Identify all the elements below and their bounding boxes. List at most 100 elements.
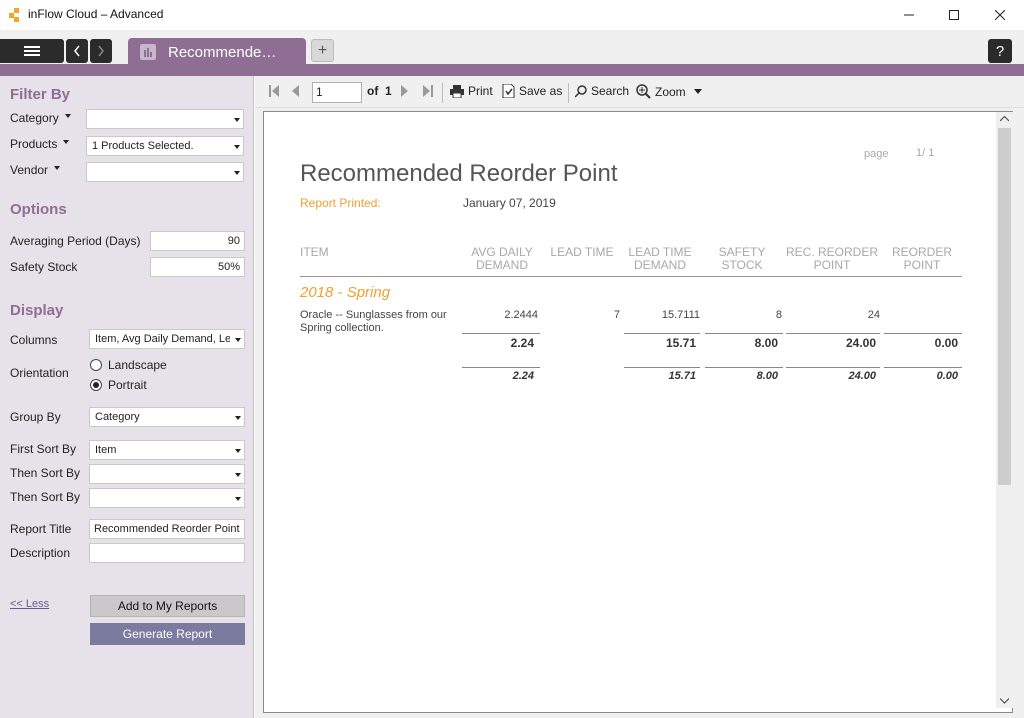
grand-total-lead-time-demand: 15.71 <box>668 370 696 382</box>
vendor-filter-label[interactable]: Vendor <box>10 163 61 177</box>
row-safety-stock: 8 <box>775 309 782 321</box>
total-pages: 1 <box>385 84 392 98</box>
group-total-rule <box>884 333 962 334</box>
maximize-icon <box>949 10 959 20</box>
tab-recommended-reorder[interactable]: Recommende… <box>128 38 306 66</box>
scrollbar-thumb[interactable] <box>998 128 1011 485</box>
products-filter-label[interactable]: Products <box>10 137 70 151</box>
next-page-button[interactable] <box>401 85 413 97</box>
window-title: inFlow Cloud – Advanced <box>28 7 164 21</box>
chevron-right-icon <box>98 45 104 57</box>
landscape-radio[interactable]: Landscape <box>90 358 167 372</box>
group-total-reorder-point: 0.00 <box>934 336 958 350</box>
first-sort-label: First Sort By <box>10 442 77 456</box>
group-total-avg-daily-demand: 2.24 <box>510 336 534 350</box>
report-toolbar: 1 of 1 Print Save as Search Zoom <box>255 76 1024 108</box>
chevron-left-icon <box>74 45 80 57</box>
first-page-icon <box>269 85 279 97</box>
group-by-label: Group By <box>10 410 61 424</box>
group-total-rule <box>786 333 880 334</box>
new-tab-button[interactable]: + <box>311 39 334 62</box>
grand-total-rec-reorder-point: 24.00 <box>848 370 876 382</box>
of-label: of <box>367 84 379 98</box>
last-page-icon <box>423 85 433 97</box>
columns-dropdown[interactable]: Item, Avg Daily Demand, Lead T <box>89 329 245 349</box>
save-as-button[interactable]: Save as <box>502 84 562 98</box>
help-button[interactable]: ? <box>988 39 1012 63</box>
toolbar-separator <box>442 83 443 103</box>
radio-unchecked-icon <box>90 359 102 371</box>
row-lead-time-demand: 15.7111 <box>661 309 700 321</box>
chevron-down-icon <box>234 145 240 149</box>
vendor-dropdown[interactable] <box>86 162 244 182</box>
back-button[interactable] <box>66 39 88 63</box>
description-label: Description <box>10 546 71 560</box>
row-rec-reorder-point: 24 <box>867 309 880 321</box>
grand-total-safety-stock: 8.00 <box>756 370 778 382</box>
portrait-radio[interactable]: Portrait <box>90 378 147 392</box>
chevron-down-icon[interactable] <box>1000 698 1009 704</box>
generate-report-button[interactable]: Generate Report <box>90 623 245 645</box>
then-sort-dropdown-2[interactable] <box>89 488 245 508</box>
then-sort-dropdown-1[interactable] <box>89 464 245 484</box>
safety-stock-input[interactable]: 50% <box>150 257 245 277</box>
previous-page-button[interactable] <box>291 85 303 97</box>
grand-total-rule <box>462 367 540 368</box>
page-number: 1/ 1 <box>916 147 935 159</box>
report-viewer: page 1/ 1 Recommended Reorder Point Repo… <box>255 108 1024 718</box>
report-icon <box>140 44 156 60</box>
column-header-reorder-point: REORDER POINT <box>891 245 952 272</box>
group-total-rule <box>462 333 540 334</box>
tab-label: Recommende… <box>168 43 277 61</box>
grand-total-rule <box>786 367 880 368</box>
chevron-down-icon <box>235 416 241 420</box>
report-page: page 1/ 1 Recommended Reorder Point Repo… <box>263 111 1013 713</box>
report-title-input[interactable]: Recommended Reorder Point <box>89 519 245 539</box>
report-printed-date: January 07, 2019 <box>463 196 556 210</box>
row-item: Oracle -- Sunglasses from our Spring col… <box>300 309 447 334</box>
minimize-icon <box>904 14 914 16</box>
print-button[interactable]: Print <box>450 84 493 98</box>
hamburger-icon <box>24 46 40 56</box>
zoom-button[interactable]: Zoom <box>636 84 702 99</box>
zoom-icon <box>636 84 651 99</box>
description-input[interactable] <box>89 543 245 563</box>
report-title-label: Report Title <box>10 522 72 536</box>
title-bar: inFlow Cloud – Advanced <box>0 0 1024 30</box>
products-dropdown[interactable]: 1 Products Selected. <box>86 136 244 156</box>
column-header-rec-reorder-point: REC. REORDER POINT <box>785 245 878 272</box>
group-by-dropdown[interactable]: Category <box>89 407 245 427</box>
group-total-safety-stock: 8.00 <box>754 336 778 350</box>
columns-label: Columns <box>10 333 58 347</box>
search-icon <box>575 84 587 98</box>
report-title: Recommended Reorder Point <box>300 160 618 187</box>
group-total-rule <box>705 333 783 334</box>
first-page-button[interactable] <box>269 85 283 97</box>
averaging-period-input[interactable]: 90 <box>150 231 245 251</box>
chevron-down-icon <box>693 89 702 94</box>
then-sort-label-1: Then Sort By <box>10 466 81 480</box>
search-button[interactable]: Search <box>575 84 629 98</box>
category-filter-label[interactable]: Category <box>10 111 71 125</box>
minimize-button[interactable] <box>886 0 932 30</box>
grand-total-avg-daily-demand: 2.24 <box>512 370 534 382</box>
chevron-down-icon <box>235 473 241 477</box>
inflow-logo-icon <box>9 8 19 22</box>
forward-button[interactable] <box>90 39 112 63</box>
group-total-rule <box>624 333 700 334</box>
chevron-down-icon <box>64 113 71 118</box>
chevron-down-icon <box>235 497 241 501</box>
page-number-input[interactable]: 1 <box>312 82 362 103</box>
first-sort-dropdown[interactable]: Item <box>89 440 245 460</box>
last-page-button[interactable] <box>423 85 437 97</box>
chevron-down-icon <box>235 449 241 453</box>
less-link[interactable]: << Less <box>10 598 49 610</box>
close-window-button[interactable] <box>977 0 1023 30</box>
chevron-down-icon <box>235 338 241 342</box>
maximize-button[interactable] <box>931 0 977 30</box>
main-menu-button[interactable] <box>0 39 64 63</box>
category-dropdown[interactable] <box>86 109 244 129</box>
chevron-up-icon[interactable] <box>1000 116 1009 122</box>
column-header-avg-daily-demand: AVG DAILY DEMAND <box>471 245 533 272</box>
add-to-my-reports-button[interactable]: Add to My Reports <box>90 595 245 617</box>
